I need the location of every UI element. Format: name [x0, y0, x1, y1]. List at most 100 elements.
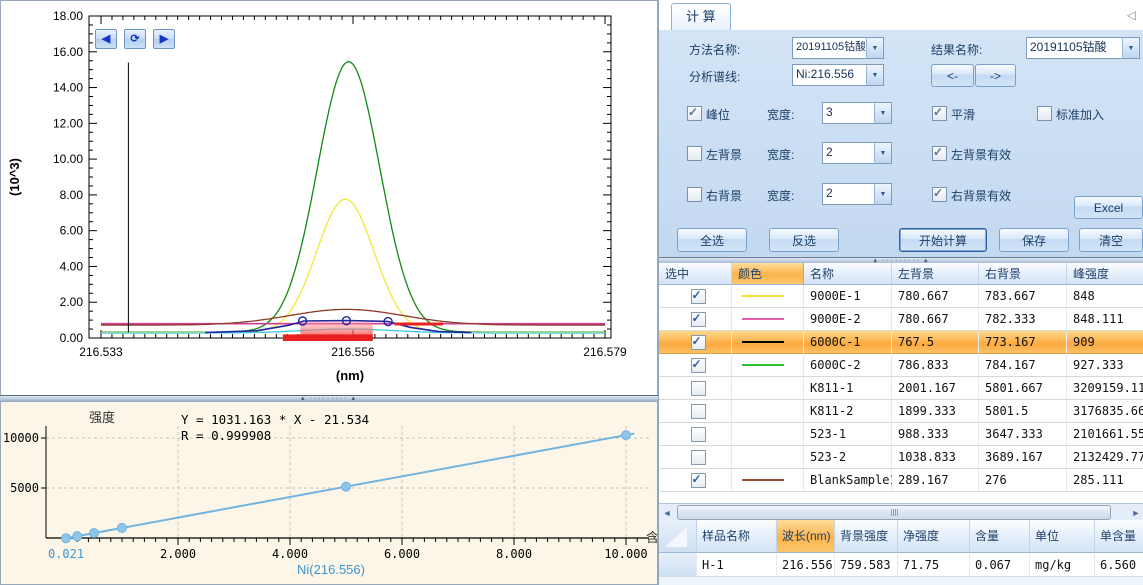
cell-peak: 848.111: [1067, 308, 1143, 331]
start-calculation-button[interactable]: 开始计算: [899, 228, 987, 252]
sample-table-row[interactable]: H-1216.556759.58371.750.067mg/kg6.560: [659, 553, 1143, 577]
row-select-checkbox[interactable]: [691, 289, 706, 304]
save-button[interactable]: 保存: [999, 228, 1069, 252]
results-table-row[interactable]: K811-12001.1675801.6673209159.111: [659, 377, 1143, 400]
clear-button[interactable]: 清空: [1079, 228, 1143, 252]
select-all-corner-cell[interactable]: [659, 520, 697, 553]
row-select-checkbox[interactable]: [691, 473, 706, 488]
chart-next-button[interactable]: ▶: [153, 29, 175, 49]
dropdown-arrow-icon[interactable]: ▼: [874, 103, 891, 123]
results-column-header[interactable]: 峰强度: [1067, 263, 1143, 285]
results-table-row[interactable]: 9000E-1780.667783.667848: [659, 285, 1143, 308]
results-column-header[interactable]: 右背景: [979, 263, 1067, 285]
left-background-checkbox[interactable]: [687, 146, 702, 161]
collapse-panel-icon[interactable]: ◁: [1127, 8, 1136, 22]
results-table-row[interactable]: 523-21038.8333689.1672132429.778: [659, 446, 1143, 469]
sample-column-header[interactable]: 含量: [970, 520, 1030, 553]
dropdown-arrow-icon[interactable]: ▼: [1122, 38, 1139, 58]
row-select-checkbox[interactable]: [691, 335, 706, 350]
svg-text:(10^3): (10^3): [7, 158, 22, 196]
width-label-1: 宽度:: [767, 106, 794, 123]
excel-button[interactable]: Excel: [1074, 196, 1143, 219]
cell-right-bg: 5801.667: [979, 377, 1067, 400]
analysis-line-combobox[interactable]: Ni:216.556 ▼: [792, 64, 884, 86]
chart-prev-button[interactable]: ◀: [95, 29, 117, 49]
left-bg-valid-checkbox[interactable]: [932, 146, 947, 161]
cell-name: K811-1: [804, 377, 892, 400]
method-name-value: 20191105钴酸: [796, 38, 865, 58]
previous-line-button[interactable]: <-: [931, 64, 974, 87]
horizontal-scrollbar[interactable]: ◄ ►: [659, 503, 1143, 521]
cell-peak: 3176835.667: [1067, 400, 1143, 423]
row-header-cell[interactable]: [659, 553, 697, 577]
scroll-left-icon[interactable]: ◄: [659, 505, 675, 520]
scrollbar-thumb[interactable]: [677, 505, 1111, 520]
results-column-header[interactable]: 左背景: [892, 263, 979, 285]
peak-position-checkbox[interactable]: [687, 106, 702, 121]
select-all-button[interactable]: 全选: [677, 228, 747, 252]
row-select-checkbox[interactable]: [691, 427, 706, 442]
svg-text:4.000: 4.000: [272, 547, 308, 561]
scroll-right-icon[interactable]: ►: [1128, 505, 1143, 520]
right-bg-valid-checkbox[interactable]: [932, 187, 947, 202]
sample-cell: H-1: [697, 553, 777, 577]
invert-selection-button[interactable]: 反选: [769, 228, 839, 252]
tab-calculate[interactable]: 计 算: [671, 3, 731, 30]
svg-text:216.556: 216.556: [331, 345, 375, 359]
peak-width-combobox[interactable]: 3 ▼: [822, 102, 892, 124]
spectral-chart-toolbar: ◀ ⟳ ▶: [95, 29, 175, 49]
sample-column-header[interactable]: 单位: [1030, 520, 1095, 553]
svg-text:6.00: 6.00: [60, 224, 84, 238]
row-select-checkbox[interactable]: [691, 450, 706, 465]
right-bg-width-combobox[interactable]: 2 ▼: [822, 183, 892, 205]
left-bg-width-combobox[interactable]: 2 ▼: [822, 142, 892, 164]
cell-name: 6000C-2: [804, 354, 892, 377]
row-select-checkbox[interactable]: [691, 312, 706, 327]
next-line-button[interactable]: ->: [975, 64, 1016, 87]
svg-text:8.000: 8.000: [496, 547, 532, 561]
chart-refresh-button[interactable]: ⟳: [124, 29, 146, 49]
sample-column-header[interactable]: 背景强度: [835, 520, 898, 553]
row-select-checkbox[interactable]: [691, 381, 706, 396]
sample-cell: 216.556: [777, 553, 835, 577]
results-table-row[interactable]: K811-21899.3335801.53176835.667: [659, 400, 1143, 423]
dropdown-arrow-icon[interactable]: ▼: [866, 65, 883, 85]
cell-left-bg: 786.833: [892, 354, 979, 377]
cell-right-bg: 3647.333: [979, 423, 1067, 446]
results-table-row[interactable]: 523-1988.3333647.3332101661.555: [659, 423, 1143, 446]
standard-addition-checkbox[interactable]: [1037, 106, 1052, 121]
svg-text:5000: 5000: [10, 481, 39, 495]
cell-peak: 2132429.778: [1067, 446, 1143, 469]
sample-cell: 0.067: [970, 553, 1030, 577]
row-select-checkbox[interactable]: [691, 358, 706, 373]
cell-right-bg: 276: [979, 469, 1067, 492]
results-column-header[interactable]: 颜色: [732, 263, 804, 285]
dropdown-arrow-icon[interactable]: ▼: [874, 184, 891, 204]
series-color-swatch: [742, 364, 784, 366]
svg-text:含量(: 含量(: [646, 530, 657, 545]
sample-column-header[interactable]: 净强度: [898, 520, 970, 553]
results-table-row[interactable]: 6000C-1767.5773.167909: [659, 331, 1143, 354]
results-table-row[interactable]: 9000E-2780.667782.333848.111: [659, 308, 1143, 331]
result-name-combobox[interactable]: 20191105钴酸 ▼: [1026, 37, 1140, 59]
width-label-2: 宽度:: [767, 146, 794, 163]
svg-text:0.00: 0.00: [60, 331, 84, 345]
left-bg-width-value: 2: [826, 143, 873, 163]
sample-column-header[interactable]: 单含量: [1095, 520, 1143, 553]
results-column-header[interactable]: 选中: [659, 263, 732, 285]
method-name-combobox[interactable]: 20191105钴酸 ▼: [792, 37, 884, 59]
results-column-header[interactable]: 名称: [804, 263, 892, 285]
cell-name: 523-2: [804, 446, 892, 469]
dropdown-arrow-icon[interactable]: ▼: [874, 143, 891, 163]
sample-column-header[interactable]: 样品名称: [697, 520, 777, 553]
row-select-checkbox[interactable]: [691, 404, 706, 419]
cell-left-bg: 1038.833: [892, 446, 979, 469]
results-table-row[interactable]: 6000C-2786.833784.167927.333: [659, 354, 1143, 377]
sample-cell: 71.75: [898, 553, 970, 577]
results-table-row[interactable]: BlankSample1289.167276285.111: [659, 469, 1143, 492]
cell-right-bg: 3689.167: [979, 446, 1067, 469]
dropdown-arrow-icon[interactable]: ▼: [866, 38, 883, 58]
sample-column-header[interactable]: 波长(nm): [777, 520, 835, 553]
smooth-checkbox[interactable]: [932, 106, 947, 121]
right-background-checkbox[interactable]: [687, 187, 702, 202]
